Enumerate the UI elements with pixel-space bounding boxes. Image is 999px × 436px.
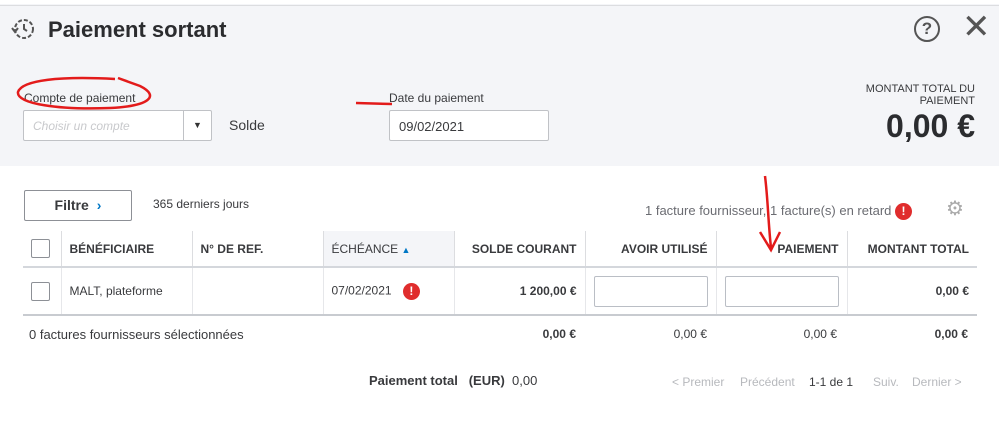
payment-input[interactable]: [724, 275, 839, 307]
history-icon: [11, 19, 34, 39]
select-all-cell: [23, 231, 62, 268]
table-row: MALT, plateforme 07/02/2021 ! 1 200,00 €…: [23, 267, 977, 316]
currency-label: (EUR): [468, 373, 505, 388]
total-payment-label: Paiement total: [369, 373, 458, 388]
close-icon[interactable]: ✕: [962, 10, 991, 44]
col-credit[interactable]: AVOIR UTILISÉ: [585, 231, 717, 268]
col-ref[interactable]: N° DE REF.: [192, 231, 324, 268]
payment-date-input[interactable]: 09/02/2021: [389, 110, 549, 141]
total-amount-value: 0,00 €: [886, 108, 975, 144]
sort-asc-icon: ▲: [401, 244, 411, 255]
row-checkbox[interactable]: [31, 281, 50, 301]
pagination-prev[interactable]: Précédent: [740, 375, 795, 389]
col-payee[interactable]: BÉNÉFICIAIRE: [61, 231, 193, 268]
page-title: Paiement sortant: [48, 17, 227, 42]
alert-icon: !: [895, 203, 913, 221]
account-select[interactable]: Choisir un compte ▼: [23, 110, 212, 141]
credit-cell: [585, 267, 717, 316]
period-label: 365 derniers jours: [153, 197, 250, 211]
gear-icon[interactable]: ⚙: [946, 199, 964, 219]
footer-total: 0,00 €: [934, 327, 968, 341]
col-balance[interactable]: SOLDE COURANT: [454, 231, 586, 268]
payment-cell: [716, 267, 848, 316]
filter-label: Filtre: [54, 197, 89, 213]
footer-balance: 0,00 €: [542, 327, 576, 341]
divider: [0, 5, 999, 6]
summary-text: 1 facture fournisseur, 1 facture(s) en r…: [645, 203, 892, 218]
footer-payment: 0,00 €: [803, 327, 837, 341]
col-total[interactable]: MONTANT TOTAL: [847, 231, 977, 268]
account-label: Compte de paiement: [24, 91, 136, 105]
credit-input[interactable]: [593, 275, 708, 307]
total-payment: Paiement total (EUR) 0,00: [369, 373, 537, 388]
payee-cell: MALT, plateforme: [61, 267, 193, 316]
chevron-right-icon: ›: [96, 197, 102, 213]
row-select-cell: [23, 267, 62, 316]
account-placeholder: Choisir un compte: [33, 119, 130, 133]
date-label: Date du paiement: [389, 91, 484, 105]
due-cell: 07/02/2021 !: [323, 267, 455, 316]
total-amount-label: MONTANT TOTAL DU PAIEMENT: [865, 83, 975, 107]
pagination-next[interactable]: Suiv.: [873, 375, 899, 389]
col-due[interactable]: ÉCHÉANCE ▲: [323, 231, 455, 268]
total-cell: 0,00 €: [847, 267, 977, 316]
col-due-label: ÉCHÉANCE: [331, 241, 399, 256]
overdue-icon: !: [402, 282, 420, 300]
chevron-down-icon[interactable]: ▼: [183, 111, 211, 140]
select-all-checkbox[interactable]: [31, 239, 50, 258]
balance-label: Solde: [229, 117, 265, 133]
bill-summary: 1 facture fournisseur, 1 facture(s) en r…: [645, 203, 913, 221]
col-payment[interactable]: PAIEMENT: [716, 231, 848, 268]
balance-cell: 1 200,00 €: [454, 267, 586, 316]
pagination-first[interactable]: < Premier: [672, 375, 724, 389]
total-payment-value: 0,00: [512, 373, 538, 388]
pagination-range: 1-1 de 1: [809, 375, 854, 389]
help-icon[interactable]: ?: [914, 16, 940, 42]
pagination-last[interactable]: Dernier >: [912, 375, 962, 389]
ref-cell: [192, 267, 324, 316]
due-date: 07/02/2021: [331, 283, 392, 298]
filter-button[interactable]: Filtre ›: [24, 190, 132, 221]
bills-table: BÉNÉFICIAIRE N° DE REF. ÉCHÉANCE ▲ SOLDE…: [23, 231, 977, 316]
footer-credit: 0,00 €: [673, 327, 707, 341]
selected-count: 0 factures fournisseurs sélectionnées: [29, 327, 244, 342]
